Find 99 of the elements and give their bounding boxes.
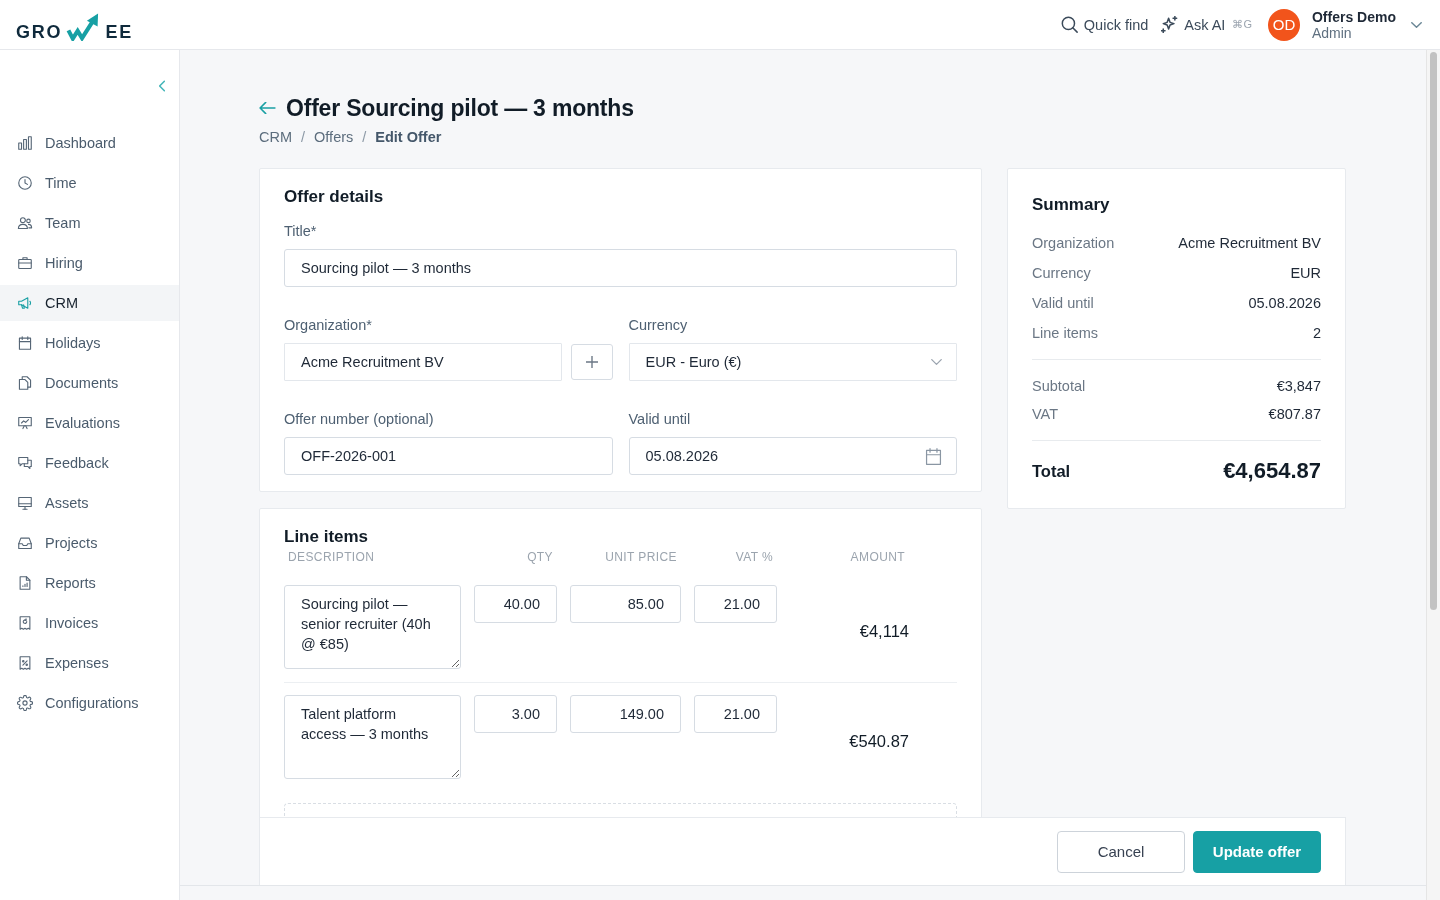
back-arrow-icon[interactable] <box>259 102 276 114</box>
sidebar-item[interactable]: Time <box>0 165 179 201</box>
offer-number-input[interactable]: OFF-2026-001 <box>284 437 613 475</box>
presentation-icon <box>17 415 33 431</box>
sparkle-icon <box>1161 16 1179 33</box>
summary-value: €3,847 <box>1276 377 1321 396</box>
currency-select[interactable]: EUR - Euro (€) <box>628 343 957 381</box>
chevron-left-icon <box>159 80 165 92</box>
inbox-icon <box>17 535 33 551</box>
sidebar-item[interactable]: Holidays <box>0 325 179 361</box>
summary-value: 2 <box>1312 324 1321 343</box>
quick-find-button[interactable]: Quick find <box>1060 16 1149 33</box>
breadcrumb-link[interactable]: Offers <box>314 127 354 147</box>
breadcrumb-separator: / <box>362 128 367 147</box>
people-icon <box>17 215 33 231</box>
calendar-icon[interactable] <box>925 448 942 465</box>
summary-value: €807.87 <box>1268 405 1321 424</box>
column-header: AMOUNT <box>850 549 905 565</box>
receipt-percent-icon <box>17 655 33 671</box>
sidebar-item[interactable]: Projects <box>0 525 179 561</box>
field-label: Valid until <box>628 410 691 429</box>
sidebar-item[interactable]: CRM <box>0 285 179 321</box>
breadcrumb-link[interactable]: Edit Offer <box>375 127 442 147</box>
summary-label: Valid until <box>1032 294 1094 313</box>
user-role: Admin <box>1311 24 1352 41</box>
receipt-icon <box>17 615 33 631</box>
quantity-input[interactable]: 40.00 <box>474 585 557 623</box>
bar-chart-icon <box>17 135 33 151</box>
summary-value: EUR <box>1290 264 1321 283</box>
field-label: Organization* <box>284 316 372 335</box>
organization-input[interactable]: Acme Recruitment BV <box>284 343 562 381</box>
breadcrumb-separator: / <box>301 128 306 147</box>
page-title: Offer Sourcing pilot — 3 months <box>286 94 634 123</box>
gear-icon <box>17 695 33 711</box>
summary-value: Acme Recruitment BV <box>1178 234 1321 253</box>
briefcase-icon <box>17 255 33 271</box>
clock-icon <box>17 175 33 191</box>
shortcut-hint: ⌘G <box>1232 18 1252 31</box>
field-label: Currency <box>628 316 688 335</box>
summary-value: 05.08.2026 <box>1248 294 1321 313</box>
add-button[interactable] <box>570 344 613 380</box>
secondary-button[interactable]: Cancel <box>1057 830 1185 873</box>
summary-label: Subtotal <box>1032 377 1086 396</box>
amount-text: €540.87 <box>849 731 909 751</box>
amount-text: €4,114 <box>859 621 909 641</box>
vat-input[interactable]: 21.00 <box>694 585 777 623</box>
logo-text: GRO <box>16 21 63 42</box>
vat-input[interactable]: 21.00 <box>694 695 777 733</box>
documents-icon <box>17 375 33 391</box>
unit-price-input[interactable]: 149.00 <box>570 695 681 733</box>
sidebar-item[interactable]: Feedback <box>0 445 179 481</box>
collapse-button[interactable] <box>159 80 165 92</box>
title-input[interactable]: Sourcing pilot — 3 months <box>284 249 957 287</box>
column-header: UNIT PRICE <box>605 549 677 565</box>
ask-ai-button[interactable]: Ask AI ⌘G <box>1161 16 1252 33</box>
column-header: QTY <box>527 549 553 565</box>
summary-label: Line items <box>1032 324 1099 343</box>
card-title: Line items <box>284 526 369 548</box>
user-menu[interactable]: OD Offers Demo Admin <box>1267 8 1422 41</box>
sidebar-item[interactable]: Hiring <box>0 245 179 281</box>
unit-price-input[interactable]: 85.00 <box>570 585 681 623</box>
avatar: OD <box>1267 8 1300 41</box>
sidebar-item[interactable]: Documents <box>0 365 179 401</box>
calendar-icon <box>17 335 33 351</box>
sidebar-item[interactable]: Invoices <box>0 605 179 641</box>
file-chart-icon <box>17 575 33 591</box>
summary-label: Currency <box>1032 264 1091 283</box>
quantity-input[interactable]: 3.00 <box>474 695 557 733</box>
description-input[interactable]: Sourcing pilot — senior recruiter (40h @ €85) <box>284 585 461 669</box>
sidebar-item[interactable]: Expenses <box>0 645 179 681</box>
breadcrumb-link[interactable]: CRM <box>259 127 293 147</box>
card-title: Offer details <box>284 186 384 208</box>
sidebar-item[interactable]: Team <box>0 205 179 241</box>
summary-label: Organization <box>1032 234 1115 253</box>
total-label: Total <box>1032 461 1071 482</box>
sidebar-item[interactable]: Dashboard <box>0 125 179 161</box>
sidebar-item[interactable]: Evaluations <box>0 405 179 441</box>
megaphone-icon <box>17 295 33 311</box>
monitor-icon <box>17 495 33 511</box>
chevron-down-icon <box>931 359 942 365</box>
field-label: Title* <box>284 222 317 241</box>
search-icon <box>1060 16 1078 33</box>
sidebar-item[interactable]: Configurations <box>0 685 179 721</box>
field-label: Offer number (optional) <box>284 410 434 429</box>
sidebar-item[interactable]: Assets <box>0 485 179 521</box>
chevron-down-icon <box>1411 21 1422 28</box>
summary-label: VAT <box>1032 405 1059 424</box>
plus-icon <box>585 356 598 368</box>
description-input[interactable]: Talent platform access — 3 months <box>284 695 461 779</box>
date-input[interactable]: 05.08.2026 <box>628 437 957 475</box>
sidebar-item[interactable]: Reports <box>0 565 179 601</box>
total-value: €4,654.87 <box>1223 457 1321 485</box>
column-header: DESCRIPTION <box>288 549 375 565</box>
chat-icon <box>17 455 33 471</box>
logo-text: EE <box>105 21 134 42</box>
user-name: Offers Demo <box>1311 8 1396 25</box>
scrollbar-thumb[interactable] <box>1430 52 1437 610</box>
column-header: VAT % <box>735 549 773 565</box>
card-title: Summary <box>1032 194 1110 216</box>
